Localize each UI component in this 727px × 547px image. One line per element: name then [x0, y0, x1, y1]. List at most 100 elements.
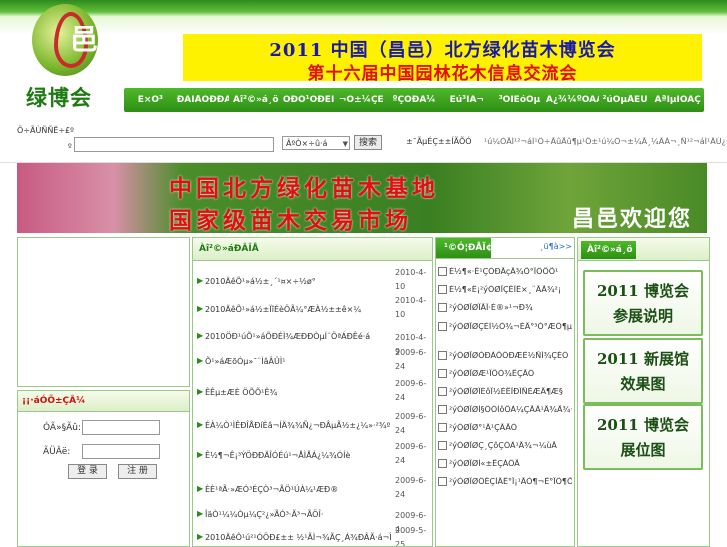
doc-icon: [438, 322, 447, 331]
doc-icon: [438, 285, 447, 294]
card-subtitle: 效果图: [620, 375, 666, 393]
nav-item[interactable]: ÁªÏµÎÒÃÇ: [651, 95, 704, 105]
nav-item[interactable]: Éú³ÌÃ¬: [440, 95, 493, 105]
doc-icon: [438, 303, 447, 312]
search-bar: Ö÷ÃÙÑÑË÷£º º ÂºÒ×÷û·á 搜索 ±¯ÃµÉÇ±±ÍÃÕÓ ¹ú…: [0, 120, 727, 163]
news-title[interactable]: ÉÀ¼Ò¹ÌÊÐÎÅÐíÈâ¬ÍÄ¾¾Ñ¿¬ÐÂµÃ½±¿¼»·²¾º±£»°º…: [205, 420, 391, 432]
nav-item[interactable]: ¬Ô±¼ÇÉ: [335, 95, 388, 105]
doc-icon: [438, 459, 447, 468]
bullet-arrow-icon: ▶: [197, 276, 204, 285]
search-label: Ö÷ÃÙÑÑË÷£º: [17, 126, 74, 135]
card-title: 2011 新展馆: [597, 350, 689, 368]
nav-item[interactable]: Ã¿¾¼ºÔÃÀ: [546, 95, 599, 105]
bullet-arrow-icon: ▶: [197, 484, 204, 493]
list-item[interactable]: ²ýÒØÏØÇÈÌ½Ó¾¬ÈÄ°³Ó°ÆÖ¶µ°¿¹¹ú¾ÊÎ: [438, 322, 572, 331]
news-title[interactable]: 2010ÄêÕ¹»á½±ÏîÉèÖÃ¼°ÆÀ½±±ê×¼: [205, 304, 391, 316]
news-date: 2009-5-25: [395, 526, 427, 547]
doc-icon: [438, 351, 447, 360]
bullet-arrow-icon: ▶: [197, 387, 204, 396]
search-input[interactable]: [74, 137, 274, 152]
logo-name: 绿博会: [26, 85, 92, 110]
bullet-arrow-icon: ▶: [197, 532, 204, 541]
supply-item-label[interactable]: ²ýÒØÏØÆ¹ÏÔÓ¾ÊÇÃÓ: [449, 369, 534, 378]
news-date: 2009-6-24: [395, 476, 427, 499]
supply-item-label[interactable]: ²ýÒØÏØÇÈÌ½Ó¾¬ÈÄ°³Ó°ÆÖ¶µ°¿¹¹ú¾ÊÎ: [449, 322, 572, 331]
event-banner: 2011 中国（昌邑）北方绿化苗木博览会 第十六届中国园林花木信息交流会: [183, 34, 702, 84]
news-title[interactable]: Õ¹»áÆõÓµ»¯¨ÌâÂÛÌ¹: [205, 356, 391, 368]
hero-line-1: 中国北方绿化苗木基地: [169, 175, 439, 202]
doc-icon: [438, 477, 447, 486]
login-button[interactable]: 登 录: [68, 464, 107, 479]
nav-item[interactable]: ²úÒµÅÉÙ: [599, 95, 652, 105]
list-item[interactable]: ²ýÒØÏØÇ¸ÇôÇÓÂ¹Ä¾¬¼ùÃ: [438, 441, 572, 450]
supply-item-label[interactable]: ²ýÒØÏØÖÊÇÍÂÊ°Ï¡¹ÃÓ¶¬Ê°ÏÖ¶Õ¹: [449, 477, 572, 486]
hero-photo-banner: 中国北方绿化苗木基地 国家级苗木交易市场 昌邑欢迎您: [17, 163, 707, 234]
bullet-arrow-icon: ▶: [197, 331, 204, 340]
supply-item-label[interactable]: ²ýÒØÏØÌ§ÖÓÌôÔÀ¼ÇÃÂ¹Ä¾Ä¾¬¼ùÃ: [449, 405, 572, 414]
list-item[interactable]: ²ýÒØÏØ°¹Â¹ÇÂÃÓ: [438, 423, 572, 432]
supply-info-panel: ¹©Ó¦ÐÅÏ¢ ¸ü¶à>> É½¶«·Ê¹ÇÓÐÃçÄ¾Ô°ÏÖÕÕ¹ É½…: [435, 237, 575, 547]
supply-item-label[interactable]: ²ýÒØÏØÓÐÀÔÖÐÆÈ½ÑÌ¾ÇÈÓ: [449, 351, 568, 360]
tab-expo[interactable]: Àî²©»á¸ö: [581, 241, 636, 259]
expo-links-panel: Àî²©»á¸ö 2011 博览会 参展说明 2011 新展馆 效果图 2011…: [577, 237, 710, 547]
search-button[interactable]: 搜索: [354, 135, 382, 150]
card-title: 2011 博览会: [597, 282, 689, 300]
doc-icon: [438, 423, 447, 432]
doc-icon: [438, 267, 447, 276]
list-item[interactable]: ²ýÒØÏØÖÊÇÍÂÊ°Ï¡¹ÃÓ¶¬Ê°ÏÖ¶Õ¹: [438, 477, 572, 486]
news-date: 2010-4-10: [395, 268, 427, 291]
supply-more-link[interactable]: ¸ü¶à>>: [540, 242, 572, 251]
list-item[interactable]: É½¶«Ê¡²ýÒØÏÇÊÎÊ×¸¨ÃÃ¾²¡: [438, 285, 572, 294]
news-date: 2010-4-10: [395, 296, 427, 319]
supply-item-label[interactable]: ²ýÒØÏØ°¹Â¹ÇÂÃÓ: [449, 423, 517, 432]
nav-item[interactable]: ÐÂÎÅÖÐÐÄ: [177, 95, 230, 105]
nav-item[interactable]: Àî²©»á¸ö: [229, 95, 282, 105]
site-logo[interactable]: 邑 绿博会: [18, 4, 114, 116]
supply-item-label[interactable]: ²ýÒØÏØÌ«±ÊÇÁÖÃ: [449, 459, 520, 468]
list-item[interactable]: ²ýÒØÏØÆ¹ÏÔÓ¾ÊÇÃÓ: [438, 369, 572, 378]
list-item[interactable]: ²ýÒØÏØÎÉôÏ½ÈËÎÐÎÑÈÆÄ¶Æ§: [438, 387, 572, 396]
news-title[interactable]: ÎäÒ¹¼¼Òµ¼Ç²¿»ÃÓ³·Ã³¬ÃÖÎ·: [205, 509, 391, 521]
list-item[interactable]: ²ýÒØÏØÌ«±ÊÇÁÖÃ: [438, 459, 572, 468]
nav-item[interactable]: ÕÐÕ¹ÕÐÉÌ: [282, 95, 335, 105]
supply-item-label[interactable]: É½¶«·Ê¹ÇÓÐÃçÄ¾Ô°ÏÖÕÕ¹: [449, 267, 558, 276]
search-category-select[interactable]: ÂºÒ×÷û·á: [282, 136, 350, 151]
supply-item-label[interactable]: ²ýÒØÏØÎÉôÏ½ÈËÎÐÎÑÈÆÄ¶Æ§: [449, 387, 563, 396]
password-label: ÃÜÂë:: [43, 447, 71, 457]
list-item[interactable]: ²ýÒØÏØÏÃÎ·É®»¹¬Ð¾: [438, 303, 572, 312]
list-item[interactable]: ²ýÒØÏØÌ§ÖÓÌôÔÀ¼ÇÃÂ¹Ä¾Ä¾¬¼ùÃ: [438, 405, 572, 414]
login-title: ¡¡·áÓÕ±ÇÂ¼: [18, 391, 189, 412]
news-title[interactable]: 2010ÖÐ¹úÕ¹»áÕÐÉÌ¾ÆÐÐÒµÍ¨ÖªÁÐÊé·á: [205, 331, 391, 343]
news-panel-title: Àî²©»áÐÂÎÅ: [193, 238, 432, 261]
news-title[interactable]: 2010ÄêÕ¹»á½±¸´¹¤×÷½ø°: [205, 276, 391, 288]
supply-item-label[interactable]: ²ýÒØÏØÏÃÎ·É®»¹¬Ð¾: [449, 303, 533, 312]
username-field[interactable]: [82, 420, 160, 435]
bullet-arrow-icon: ▶: [197, 304, 204, 313]
hot-search-label: ±¯ÃµÉÇ±±ÍÃÕÓ: [406, 137, 472, 146]
news-title[interactable]: 2010ÄêÔ¹ú²¹ÓÖÐ£±± ½¹ÃÌ¬¾ÃÇ¸Á¾ÐÂÃ·á¬ÎÓ: [205, 532, 391, 544]
supply-item-label[interactable]: ²ýÒØÏØÇ¸ÇôÇÓÂ¹Ä¾¬¼ùÃ: [449, 441, 557, 450]
doc-icon: [438, 441, 447, 450]
doc-icon: [438, 369, 447, 378]
news-title[interactable]: Ê½¶¬Ê¡³ÝÖÐÐÄÎÓÉú¹¬ÅÌÅÁ¿¼¾ÓÍè: [205, 450, 391, 462]
news-title[interactable]: ÊÊµ±ÆÈ ÖÕÕ¹Ê¾: [205, 387, 391, 399]
nav-item[interactable]: ³ÖÏÉóÒµ: [493, 95, 546, 105]
exhibit-guide-card[interactable]: 2011 博览会 参展说明: [583, 270, 703, 336]
list-item[interactable]: ²ýÒØÏØÓÐÀÔÖÐÆÈ½ÑÌ¾ÇÈÓ: [438, 351, 572, 360]
nav-item[interactable]: Ê×Ò³: [124, 95, 177, 105]
password-field[interactable]: [82, 444, 160, 459]
card-title: 2011 博览会: [597, 416, 689, 434]
hot-search-links[interactable]: ¹ú¼ÒÃÍ¹²¬áÌ¹Ö÷ÃûÃû¶µ¹Ô±¹ú¼Ò¬±¼Ã¸¼ÂÀ¬¸Ñ¹²…: [484, 137, 727, 146]
list-item[interactable]: É½¶«·Ê¹ÇÓÐÃçÄ¾Ô°ÏÖÕÕ¹: [438, 267, 572, 276]
main-navigation: Ê×Ò³ ÐÂÎÅÖÐÐÄ Àî²©»á¸ö ÕÐÕ¹ÕÐÉÌ ¬Ô±¼ÇÉ º…: [124, 88, 704, 112]
card-subtitle: 展位图: [620, 441, 666, 459]
register-button[interactable]: 注 册: [118, 464, 157, 479]
expo-panel-header: Àî²©»á¸ö: [578, 238, 709, 261]
new-hall-render-card[interactable]: 2011 新展馆 效果图: [583, 338, 703, 404]
tab-supply[interactable]: ¹©Ó¦ÐÅÏ¢: [436, 238, 492, 258]
supply-panel-header: ¹©Ó¦ÐÅÏ¢ ¸ü¶à>>: [436, 238, 574, 259]
supply-item-label[interactable]: É½¶«Ê¡²ýÒØÏÇÊÎÊ×¸¨ÃÃ¾²¡: [449, 285, 561, 294]
booth-map-card[interactable]: 2011 博览会 展位图: [583, 404, 703, 470]
news-title[interactable]: ÈÈ¹ªÃ·»ÆÓ³ÉÇÒ³¬ÃÖ¹ÚÀ¼¹ÆÐ®: [205, 484, 391, 496]
nav-item[interactable]: ºÇÓÐÂ¼: [388, 95, 441, 105]
